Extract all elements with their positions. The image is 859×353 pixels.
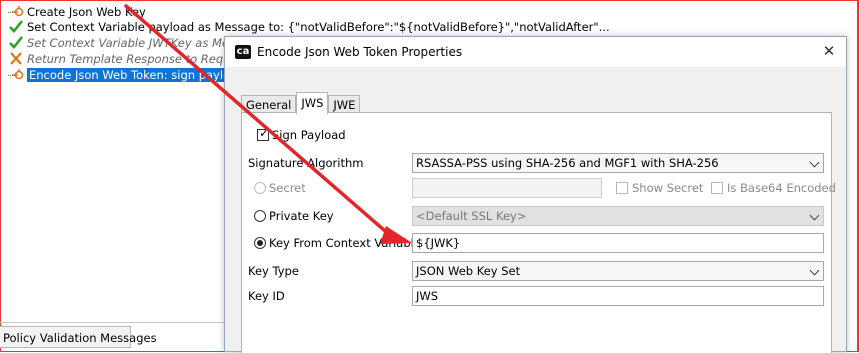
json-web-token-icon [8,67,24,82]
ca-logo-icon: ca [235,45,251,59]
tree-item-encode-jwt[interactable]: Encode Json Web Token: sign payload [8,67,247,82]
key-id-label: Key ID [248,289,285,303]
key-from-context-radio[interactable] [254,237,266,249]
radio-selected-dot [257,240,263,246]
green-check-icon [8,35,24,50]
dialog-title: Encode Json Web Token Properties [257,45,463,59]
context-variable-input[interactable]: ${JWK} [412,233,824,253]
key-type-value: JSON Web Key Set [416,264,521,278]
is-base64-label: Is Base64 Encoded [727,181,836,195]
jws-tab-panel: ✓ Sign Payload Signature Algorithm RSASS… [241,112,836,353]
private-key-value: <Default SSL Key> [416,209,527,223]
encode-jwt-properties-dialog: ca Encode Json Web Token Properties ✕ Ge… [224,36,847,353]
json-web-key-icon [8,4,24,19]
sign-payload-checkbox[interactable]: ✓ [257,126,270,141]
tree-item-label: Create Json Web Key [27,4,146,19]
private-key-select[interactable]: <Default SSL Key> [412,206,824,226]
tree-item-label: Encode Json Web Token: sign payload [27,67,247,82]
dialog-titlebar[interactable]: ca Encode Json Web Token Properties ✕ [225,37,846,67]
signature-algorithm-label: Signature Algorithm [248,156,364,170]
signature-algorithm-select[interactable]: RSASSA-PSS using SHA-256 and MGF1 with S… [412,153,824,173]
is-base64-checkbox[interactable] [711,182,723,194]
key-from-context-label: Key From Context Variable [269,236,421,250]
chevron-down-icon [809,265,820,276]
close-icon[interactable]: ✕ [820,42,838,60]
green-check-icon [8,19,24,34]
tab-bar: General JWS JWE [241,92,361,114]
show-secret-label: Show Secret [632,181,704,195]
signature-algorithm-value: RSASSA-PSS using SHA-256 and MGF1 with S… [416,156,719,170]
tree-item-return-template[interactable]: Return Template Response to Requestor [8,51,260,66]
sign-payload-label: Sign Payload [272,128,346,142]
tab-label: Policy Validation Messages [3,331,157,345]
tree-item-create-json-web-key[interactable]: Create Json Web Key [8,4,146,19]
secret-radio[interactable] [254,182,266,194]
panel-divider [0,322,230,323]
tree-item-set-context-payload[interactable]: Set Context Variable payload as Message … [8,19,610,34]
tree-item-label: Set Context Variable payload as Message … [27,19,610,34]
secret-label: Secret [269,181,306,195]
secret-input[interactable] [412,178,602,198]
red-x-icon [8,51,24,66]
chevron-down-icon [809,210,820,221]
tab-policy-validation-messages[interactable]: Policy Validation Messages [0,326,157,348]
key-type-label: Key Type [248,264,299,278]
tab-jws[interactable]: JWS [296,92,329,114]
key-id-input[interactable]: JWS [412,286,824,306]
checkmark-icon: ✓ [259,126,270,140]
private-key-label: Private Key [269,209,334,223]
private-key-radio[interactable] [254,210,266,222]
show-secret-checkbox[interactable] [616,182,628,194]
key-type-select[interactable]: JSON Web Key Set [412,261,824,281]
chevron-down-icon [809,157,820,168]
